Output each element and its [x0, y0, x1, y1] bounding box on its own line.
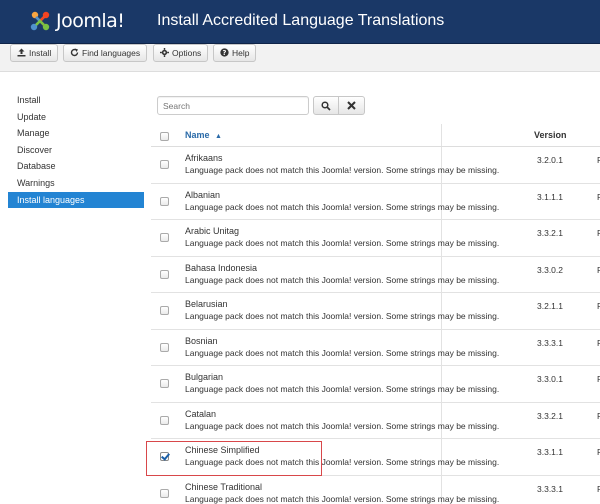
row-checkbox[interactable]	[160, 306, 169, 315]
name-column-label: Name	[185, 130, 210, 140]
language-name: Chinese Traditional	[185, 481, 263, 492]
language-version: 3.3.0.2	[537, 264, 563, 275]
language-message: Language pack does not match this Joomla…	[185, 384, 500, 394]
row-checkbox[interactable]	[160, 160, 169, 169]
language-name: Albanian	[185, 189, 221, 200]
select-all-checkbox[interactable]	[160, 132, 169, 141]
question-icon: ?	[220, 47, 229, 59]
sidebar-item-warnings[interactable]: Warnings	[8, 175, 144, 192]
sidebar-nav: Install Update Manage Discover Database …	[8, 92, 144, 209]
app-header: Joomla! Install Accredited Language Tran…	[0, 0, 600, 44]
sidebar-item-database[interactable]: Database	[8, 158, 144, 175]
language-message: Language pack does not match this Joomla…	[185, 201, 500, 212]
search-icon	[321, 100, 331, 111]
install-button[interactable]: Install	[10, 44, 59, 62]
install-button-label: Install	[29, 48, 52, 58]
joomla-logo[interactable]: Joomla!	[28, 8, 125, 34]
row-checkbox[interactable]	[160, 233, 169, 242]
selection-highlight-box	[146, 441, 322, 476]
options-label: Options	[172, 48, 202, 58]
table-row: Catalan Language pack does not match thi…	[151, 403, 600, 439]
language-version: 3.3.3.1	[537, 483, 563, 494]
language-message: Language pack does not match this Joomla…	[185, 311, 500, 321]
language-name: Bosnian	[185, 335, 218, 346]
language-name: Afrikaans	[185, 153, 223, 163]
table-row: Albanian Language pack does not match th…	[151, 184, 600, 220]
sidebar-item-manage[interactable]: Manage	[8, 125, 144, 142]
find-languages-button[interactable]: Find languages	[63, 44, 148, 62]
table-row: Chinese Traditional Language pack does n…	[151, 476, 600, 504]
language-message: Language pack does not match this Joomla…	[185, 238, 500, 248]
row-checkbox[interactable]	[160, 488, 169, 498]
language-message: Language pack does not match this Joomla…	[185, 420, 500, 431]
language-version: 3.2.0.1	[537, 155, 563, 165]
language-version: 3.3.2.1	[537, 228, 563, 238]
version-column-header[interactable]: Version	[534, 130, 567, 140]
clear-search-button[interactable]	[339, 96, 365, 115]
table-header: Name ▲ Version	[151, 124, 600, 147]
language-name: Belarusian	[185, 299, 228, 309]
table-row: Bahasa Indonesia Language pack does not …	[151, 257, 600, 293]
logo-text: Joomla!	[56, 10, 125, 32]
language-version: 3.1.1.1	[537, 191, 563, 202]
language-name: Bulgarian	[185, 372, 224, 382]
page-title: Install Accredited Language Translations	[157, 12, 445, 29]
find-languages-label: Find languages	[82, 48, 141, 58]
table-row: Afrikaans Language pack does not match t…	[151, 147, 600, 184]
help-label: Help	[232, 48, 250, 58]
language-message: Language pack does not match this Joomla…	[185, 493, 500, 504]
language-message: Language pack does not match this Joomla…	[185, 165, 500, 175]
help-button[interactable]: ? Help	[213, 44, 257, 62]
language-version: 3.3.3.1	[537, 337, 563, 348]
sidebar-item-install[interactable]: Install	[8, 92, 144, 109]
options-button[interactable]: Options	[153, 44, 209, 62]
sidebar-item-update[interactable]: Update	[8, 109, 144, 126]
svg-text:?: ?	[223, 49, 227, 57]
language-version: 3.3.2.1	[537, 410, 563, 421]
sort-ascending-icon: ▲	[215, 133, 222, 140]
search-button[interactable]	[313, 96, 339, 115]
gear-icon	[160, 47, 169, 59]
table-row: Bosnian Language pack does not match thi…	[151, 330, 600, 366]
row-checkbox[interactable]	[160, 342, 169, 352]
toolbar: Install Find languages Options ? Help	[0, 44, 600, 72]
row-checkbox[interactable]	[160, 379, 169, 388]
language-message: Language pack does not match this Joomla…	[185, 347, 500, 358]
name-column-header[interactable]: Name ▲	[185, 130, 222, 140]
language-version: 3.3.0.1	[537, 374, 563, 384]
table-row: Arabic Unitag Language pack does not mat…	[151, 220, 600, 257]
sidebar-item-discover[interactable]: Discover	[8, 142, 144, 159]
close-icon	[347, 101, 356, 110]
joomla-logo-icon	[30, 11, 50, 31]
language-name: Catalan	[185, 408, 217, 419]
refresh-icon	[70, 48, 79, 59]
table-row: Bulgarian Language pack does not match t…	[151, 366, 600, 403]
sidebar-item-install-languages[interactable]: Install languages	[8, 191, 144, 209]
search-input[interactable]	[157, 96, 309, 115]
row-checkbox[interactable]	[160, 269, 169, 279]
language-version: 3.3.1.1	[537, 447, 563, 457]
language-version: 3.2.1.1	[537, 301, 563, 311]
language-name: Arabic Unitag	[185, 226, 240, 236]
upload-icon	[17, 48, 26, 59]
row-checkbox[interactable]	[160, 415, 169, 425]
language-name: Bahasa Indonesia	[185, 262, 258, 273]
language-message: Language pack does not match this Joomla…	[185, 274, 500, 285]
table-row: Belarusian Language pack does not match …	[151, 293, 600, 330]
row-checkbox[interactable]	[160, 196, 169, 206]
